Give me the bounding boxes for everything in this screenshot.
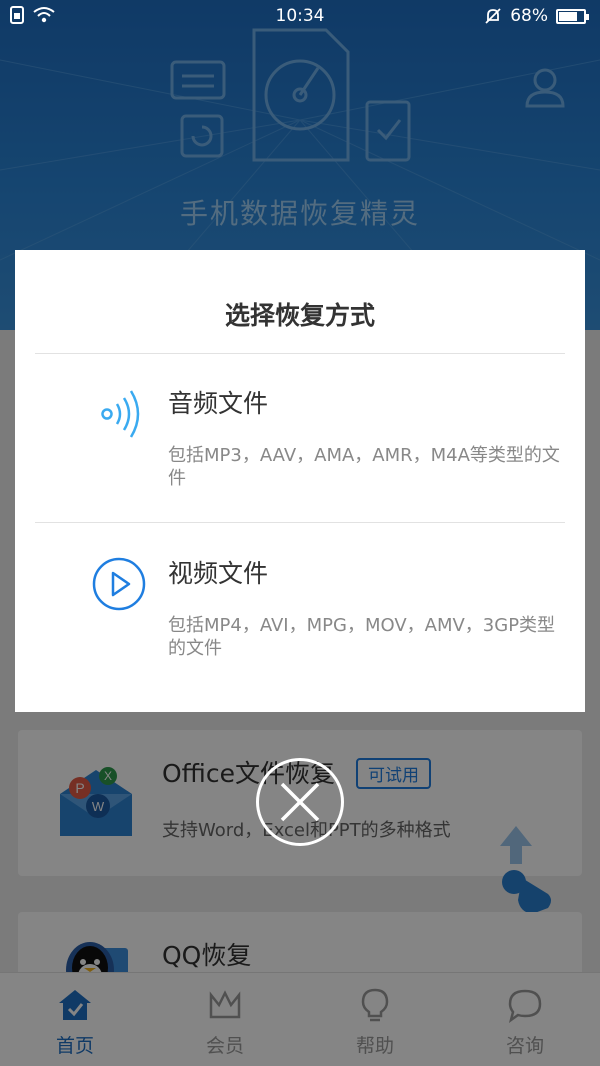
recovery-method-dialog: 选择恢复方式 音频文件 包括MP3，AAV，AMA，AMR，M4A等类型的文件 … <box>15 250 585 712</box>
option-audio-desc: 包括MP3，AAV，AMA，AMR，M4A等类型的文件 <box>168 445 560 489</box>
option-audio-title: 音频文件 <box>168 389 269 418</box>
option-video-desc: 包括MP4，AVI，MPG，MOV，AMV，3GP类型的文件 <box>168 615 556 659</box>
battery-percent: 68% <box>510 6 548 26</box>
dialog-divider <box>35 522 565 523</box>
audio-wave-icon <box>101 390 140 438</box>
option-audio-files[interactable]: 音频文件 包括MP3，AAV，AMA，AMR，M4A等类型的文件 <box>15 354 585 522</box>
option-video-files[interactable]: 视频文件 包括MP4，AVI，MPG，MOV，AMV，3GP类型的文件 <box>15 524 585 692</box>
dialog-title: 选择恢复方式 <box>224 301 375 330</box>
status-bar: 10:34 68% <box>0 0 600 32</box>
play-circle-icon <box>92 557 146 611</box>
close-dialog-button[interactable] <box>256 758 344 846</box>
mute-icon <box>485 8 501 24</box>
close-icon <box>280 782 320 822</box>
option-video-title: 视频文件 <box>168 559 269 588</box>
battery-icon <box>556 8 589 24</box>
